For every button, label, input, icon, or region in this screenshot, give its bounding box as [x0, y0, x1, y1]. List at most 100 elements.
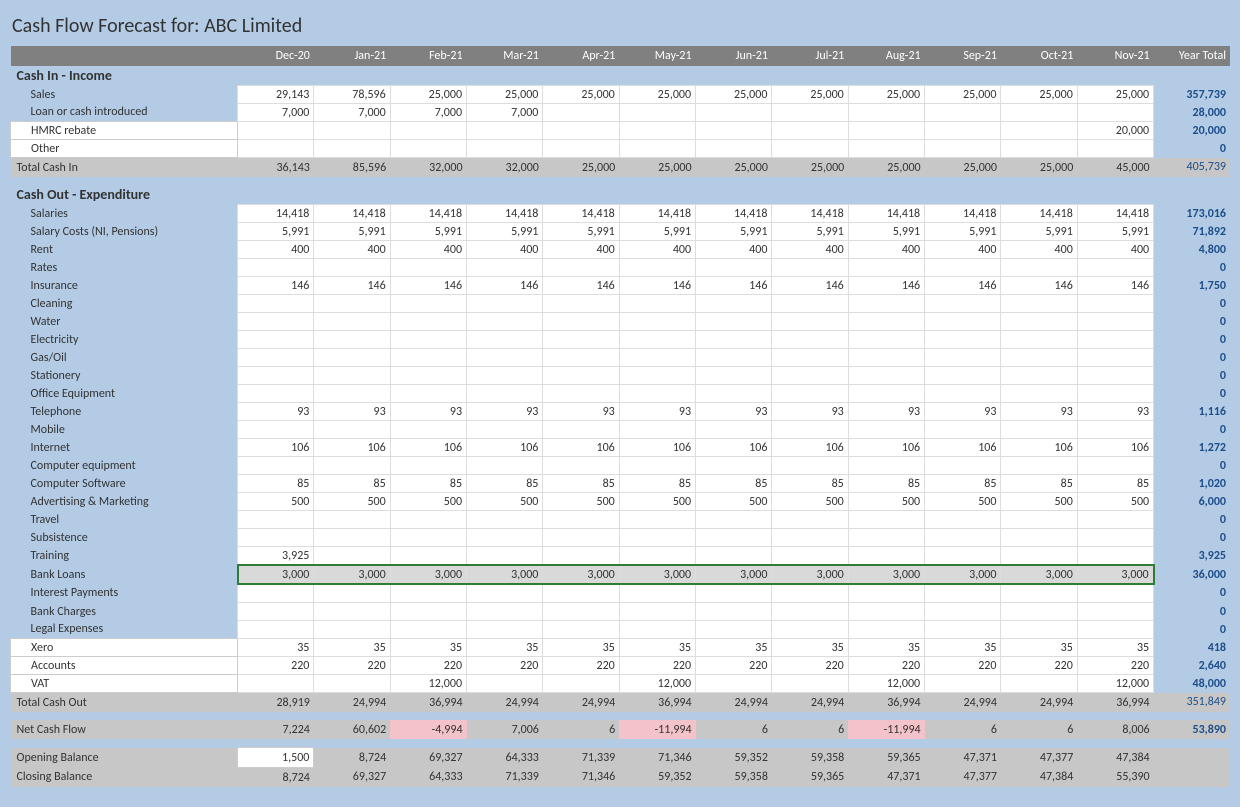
cell[interactable] — [314, 140, 390, 158]
cell[interactable] — [467, 313, 543, 331]
cell[interactable]: 85 — [925, 475, 1001, 493]
cell[interactable] — [619, 313, 695, 331]
cell[interactable]: 25,000 — [543, 86, 619, 104]
cell[interactable] — [1077, 547, 1153, 566]
cell[interactable]: 35 — [390, 639, 466, 657]
cell[interactable]: 35 — [467, 639, 543, 657]
cell[interactable] — [1001, 675, 1077, 693]
cell[interactable]: 5,991 — [848, 223, 924, 241]
cell[interactable] — [696, 385, 772, 403]
cell[interactable] — [543, 457, 619, 475]
cell[interactable]: 35 — [1001, 639, 1077, 657]
cell[interactable]: 93 — [696, 403, 772, 421]
cell[interactable]: 106 — [543, 439, 619, 457]
cell[interactable] — [1001, 603, 1077, 621]
cell[interactable] — [925, 140, 1001, 158]
cell[interactable]: 500 — [1001, 493, 1077, 511]
cell[interactable] — [772, 621, 848, 639]
cell[interactable]: 400 — [1077, 241, 1153, 259]
cell[interactable]: 3,000 — [543, 565, 619, 584]
cell[interactable]: 7,000 — [467, 104, 543, 122]
cell[interactable] — [696, 140, 772, 158]
cell[interactable] — [772, 457, 848, 475]
cell[interactable] — [1001, 529, 1077, 547]
cell[interactable]: 400 — [848, 241, 924, 259]
cell[interactable] — [467, 511, 543, 529]
cell[interactable] — [848, 295, 924, 313]
cell[interactable] — [772, 259, 848, 277]
cell[interactable] — [467, 385, 543, 403]
cell[interactable] — [314, 511, 390, 529]
cell[interactable] — [696, 331, 772, 349]
cell[interactable]: 14,418 — [467, 205, 543, 223]
row-label[interactable]: HMRC rebate — [11, 122, 238, 140]
cell[interactable] — [543, 385, 619, 403]
cell[interactable]: 85 — [772, 475, 848, 493]
cell[interactable]: 25,000 — [467, 86, 543, 104]
cell[interactable] — [543, 313, 619, 331]
cell[interactable]: 3,000 — [390, 565, 466, 584]
cell[interactable]: 5,991 — [925, 223, 1001, 241]
cell[interactable]: 500 — [619, 493, 695, 511]
cell[interactable] — [314, 603, 390, 621]
cell[interactable] — [925, 621, 1001, 639]
cell[interactable] — [772, 140, 848, 158]
cell[interactable]: 106 — [1077, 439, 1153, 457]
cell[interactable] — [390, 457, 466, 475]
cell[interactable]: 3,000 — [696, 565, 772, 584]
cell[interactable] — [619, 547, 695, 566]
cell[interactable]: 93 — [848, 403, 924, 421]
cell[interactable] — [314, 675, 390, 693]
cell[interactable]: 93 — [1077, 403, 1153, 421]
cell[interactable]: 5,991 — [314, 223, 390, 241]
cell[interactable]: 7,000 — [314, 104, 390, 122]
row-label[interactable]: Other — [11, 140, 238, 158]
cell[interactable]: 29,143 — [238, 86, 314, 104]
cell[interactable]: 500 — [696, 493, 772, 511]
row-label[interactable]: Accounts — [11, 657, 238, 675]
cell[interactable] — [543, 295, 619, 313]
cell[interactable]: 14,418 — [772, 205, 848, 223]
cell[interactable] — [696, 547, 772, 566]
cell[interactable] — [543, 104, 619, 122]
cell[interactable]: 3,000 — [1001, 565, 1077, 584]
cell[interactable] — [543, 259, 619, 277]
cell[interactable] — [1001, 259, 1077, 277]
cell[interactable]: 400 — [390, 241, 466, 259]
cell[interactable] — [238, 367, 314, 385]
cell[interactable]: 220 — [925, 657, 1001, 675]
cell[interactable] — [925, 675, 1001, 693]
cell[interactable]: 106 — [696, 439, 772, 457]
cell[interactable]: 220 — [543, 657, 619, 675]
cell[interactable] — [1077, 621, 1153, 639]
cell[interactable] — [772, 529, 848, 547]
cell[interactable] — [238, 511, 314, 529]
cell[interactable] — [467, 675, 543, 693]
cell[interactable]: 3,925 — [238, 547, 314, 566]
cell[interactable] — [772, 511, 848, 529]
cell[interactable] — [1077, 367, 1153, 385]
cell[interactable]: 5,991 — [543, 223, 619, 241]
cell[interactable] — [619, 511, 695, 529]
cell[interactable] — [390, 331, 466, 349]
cell[interactable] — [314, 313, 390, 331]
cell[interactable] — [1001, 621, 1077, 639]
cell[interactable] — [696, 621, 772, 639]
cell[interactable] — [772, 313, 848, 331]
cell[interactable]: 146 — [238, 277, 314, 295]
cell[interactable]: 3,000 — [848, 565, 924, 584]
cell[interactable] — [314, 385, 390, 403]
cell[interactable] — [772, 295, 848, 313]
cell[interactable] — [467, 621, 543, 639]
cell[interactable] — [467, 140, 543, 158]
cell[interactable]: 500 — [925, 493, 1001, 511]
cell[interactable]: 93 — [543, 403, 619, 421]
cell[interactable]: 78,596 — [314, 86, 390, 104]
cell[interactable] — [696, 457, 772, 475]
cell[interactable] — [925, 349, 1001, 367]
cell[interactable] — [238, 385, 314, 403]
cell[interactable]: 35 — [238, 639, 314, 657]
cell[interactable] — [696, 421, 772, 439]
cell[interactable] — [1077, 584, 1153, 603]
cell[interactable] — [1077, 104, 1153, 122]
